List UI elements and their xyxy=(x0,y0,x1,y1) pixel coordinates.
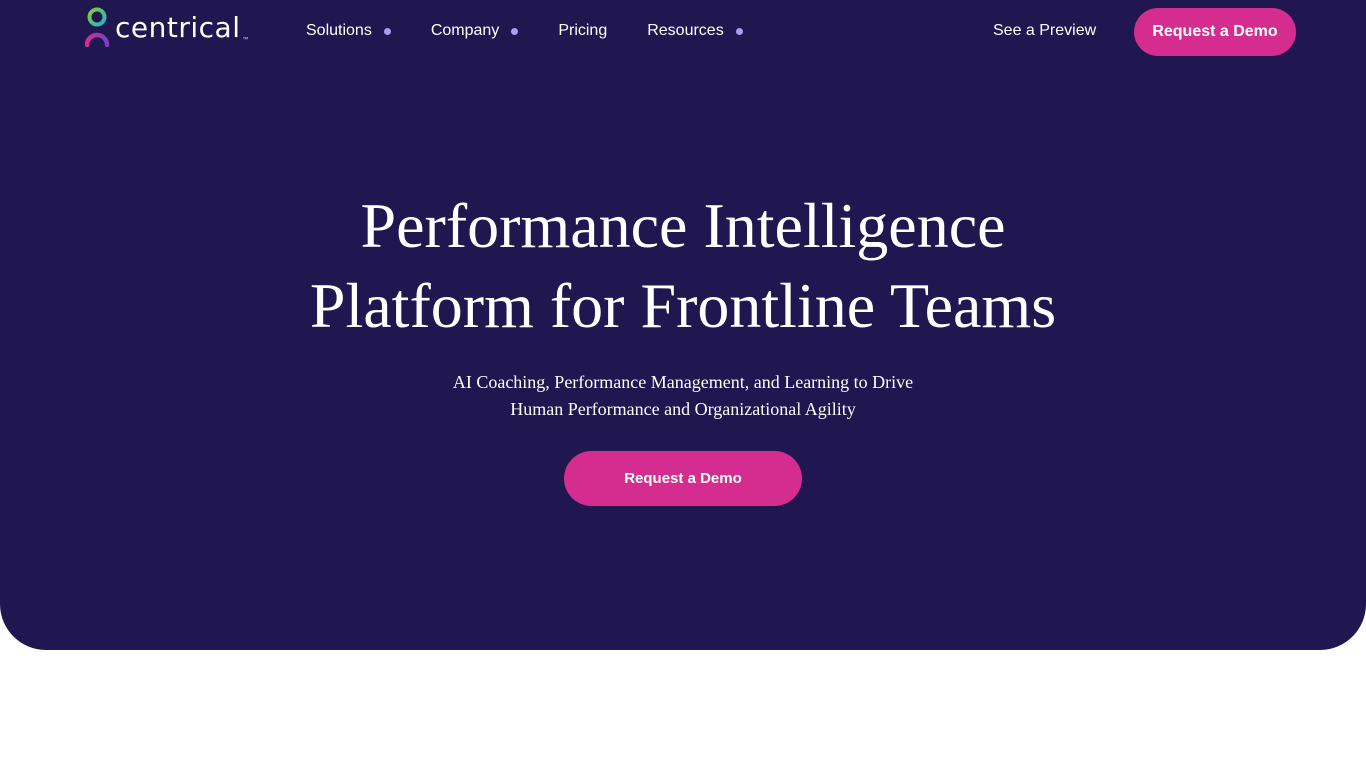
hero-subheadline-line-2: Human Performance and Organizational Agi… xyxy=(510,399,856,419)
logo-mark-icon xyxy=(84,7,110,47)
request-demo-hero-label: Request a Demo xyxy=(624,470,742,487)
request-demo-nav-button[interactable]: Request a Demo xyxy=(1134,8,1296,56)
hero-section: centrical ™ Solutions Company Pricing Re… xyxy=(0,0,1366,650)
dropdown-dot-icon xyxy=(511,27,519,35)
logo-wordmark: centrical xyxy=(115,11,241,44)
hero-headline-line-1: Performance Intelligence xyxy=(360,190,1006,261)
nav-item-company[interactable]: Company xyxy=(430,0,519,63)
centrical-logo[interactable]: centrical ™ xyxy=(84,7,248,49)
top-navigation: centrical ™ Solutions Company Pricing Re… xyxy=(0,0,1366,64)
nav-menu: Solutions Company Pricing Resources xyxy=(306,0,783,64)
nav-item-label: Solutions xyxy=(306,22,372,39)
nav-item-label: Resources xyxy=(647,22,724,39)
nav-item-solutions[interactable]: Solutions xyxy=(306,0,391,63)
hero-subheadline-line-1: AI Coaching, Performance Management, and… xyxy=(452,372,914,392)
see-preview-link[interactable]: See a Preview xyxy=(993,21,1096,41)
request-demo-hero-button[interactable]: Request a Demo xyxy=(564,451,802,506)
request-demo-nav-label: Request a Demo xyxy=(1152,23,1278,40)
logo-trademark: ™ xyxy=(242,37,249,43)
dropdown-dot-icon xyxy=(735,27,743,35)
nav-item-pricing[interactable]: Pricing xyxy=(558,0,607,63)
hero-headline: Performance Intelligence Platform for Fr… xyxy=(0,186,1366,346)
hero-headline-line-2: Platform for Frontline Teams xyxy=(309,270,1057,341)
nav-item-label: Company xyxy=(430,22,500,39)
nav-item-resources[interactable]: Resources xyxy=(647,0,743,63)
nav-item-label: Pricing xyxy=(558,22,608,39)
hero-subheadline: AI Coaching, Performance Management, and… xyxy=(0,369,1366,423)
dropdown-dot-icon xyxy=(383,27,391,35)
